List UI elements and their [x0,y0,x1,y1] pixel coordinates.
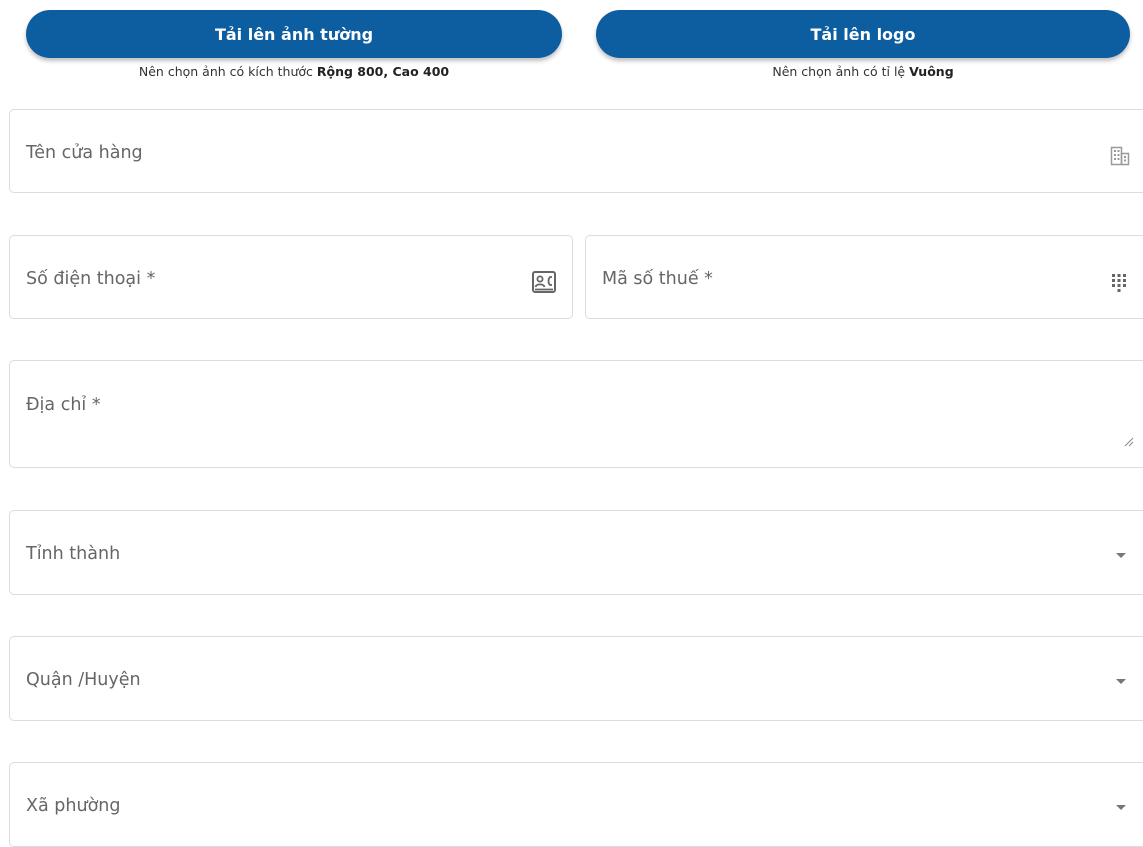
district-placeholder: Quận /Huyện [26,670,141,690]
logo-hint-text: Nên chọn ảnh có tỉ lệ [772,64,910,79]
cover-upload-hint: Nên chọn ảnh có kích thước Rộng 800, Cao… [26,64,562,79]
dialpad-icon [1112,274,1126,296]
store-name-field[interactable]: Tên cửa hàng [9,109,1143,193]
phone-placeholder: Số điện thoại * [26,269,156,289]
upload-cover-button[interactable]: Tải lên ảnh tường [26,10,562,58]
cover-hint-size: Rộng 800, Cao 400 [316,64,450,79]
tax-code-placeholder: Mã số thuế * [602,269,713,289]
upload-section: Tải lên ảnh tường Nên chọn ảnh có kích t… [0,10,1143,90]
building-icon [1110,146,1130,170]
logo-hint-ratio: Vuông [909,64,954,79]
cover-upload-group: Tải lên ảnh tường Nên chọn ảnh có kích t… [26,10,562,79]
caret-down-icon [1116,553,1126,558]
province-select[interactable]: Tỉnh thành [9,510,1143,595]
address-field[interactable]: Địa chỉ * [9,360,1143,468]
province-placeholder: Tỉnh thành [26,544,121,564]
caret-down-icon [1116,679,1126,684]
district-select[interactable]: Quận /Huyện [9,636,1143,721]
contact-phone-icon [532,271,556,297]
logo-upload-group: Tải lên logo Nên chọn ảnh có tỉ lệ Vuông [596,10,1130,79]
logo-upload-hint: Nên chọn ảnh có tỉ lệ Vuông [596,64,1130,79]
ward-placeholder: Xã phường [26,796,121,816]
tax-code-field[interactable]: Mã số thuế * [585,235,1143,319]
resize-handle-icon[interactable] [1124,432,1134,451]
store-name-placeholder: Tên cửa hàng [26,143,143,163]
address-placeholder: Địa chỉ * [26,395,101,415]
ward-select[interactable]: Xã phường [9,762,1143,847]
cover-hint-text: Nên chọn ảnh có kích thước [138,64,317,79]
upload-logo-button[interactable]: Tải lên logo [596,10,1130,58]
phone-field[interactable]: Số điện thoại * [9,235,573,319]
caret-down-icon [1116,805,1126,810]
